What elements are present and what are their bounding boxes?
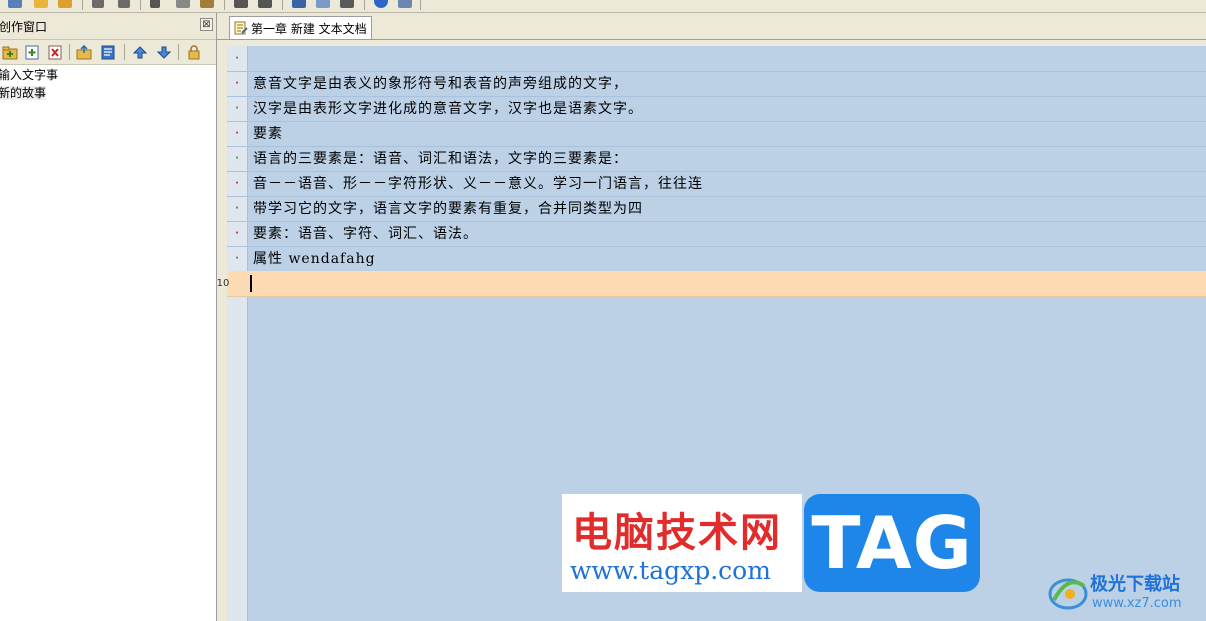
line-text: 音－－语音、形－－字符形状、义－－意义。学习一门语言，往往连 — [253, 176, 703, 192]
watermark-brand-url: www.xz7.com — [1092, 596, 1182, 611]
move-up-icon[interactable] — [132, 45, 148, 60]
tree-item[interactable]: 新的故事 — [0, 84, 216, 102]
line-text: 要素：语音、字符、词汇、语法。 — [253, 226, 478, 242]
replace-icon[interactable] — [340, 0, 354, 8]
editor-line[interactable]: · 语言的三要素是：语音、词汇和语法，文字的三要素是： — [227, 146, 1206, 172]
line-number: 10 — [216, 278, 230, 289]
table-icon[interactable] — [292, 0, 306, 8]
copy-icon[interactable] — [176, 0, 190, 8]
line-marker: · — [235, 203, 239, 214]
watermark-site: 电脑技术网 www.tagxp.com — [562, 494, 802, 592]
line-text: 语言的三要素是：语音、词汇和语法，文字的三要素是： — [253, 151, 628, 167]
line-text: 要素 — [253, 126, 283, 142]
document-edit-icon — [234, 21, 248, 35]
edit-icon[interactable] — [8, 0, 22, 8]
export-icon[interactable] — [76, 45, 92, 60]
editor-line[interactable]: · 音－－语音、形－－字符形状、义－－意义。学习一门语言，往往连 — [227, 171, 1206, 197]
editor-line[interactable]: · 汉字是由表形文字进化成的意音文字，汉字也是语素文字。 — [227, 96, 1206, 122]
add-chapter-icon[interactable] — [2, 45, 18, 60]
editor-line-current[interactable]: 10 — [217, 271, 1206, 297]
tree-item[interactable]: 输入文字事 — [0, 66, 216, 84]
panel-header: 创作窗口 ⊠ — [0, 13, 216, 40]
document-tab-label: 第一章 新建 文本文档 — [251, 21, 367, 36]
move-down-icon[interactable] — [156, 45, 172, 60]
help-icon[interactable] — [374, 0, 388, 8]
watermark-tag-logo: TAG — [804, 494, 980, 592]
panel-toolbar — [0, 40, 216, 65]
editor-line[interactable]: · — [227, 46, 1206, 72]
outdent-icon[interactable] — [258, 0, 272, 8]
line-marker: · — [235, 178, 239, 189]
line-marker: · — [235, 78, 239, 89]
chapter-tree: 输入文字事 新的故事 — [0, 66, 216, 102]
redo-icon[interactable] — [118, 0, 130, 8]
tab-document[interactable]: 第一章 新建 文本文档 — [229, 16, 372, 39]
close-panel-button[interactable]: ⊠ — [200, 18, 213, 31]
panel-title: 创作窗口 — [0, 20, 48, 34]
aurora-logo-icon — [1048, 578, 1088, 610]
editor-line[interactable]: · 意音文字是由表义的象形符号和表音的声旁组成的文字， — [227, 71, 1206, 97]
properties-icon[interactable] — [100, 45, 116, 60]
main-toolbar — [0, 0, 1206, 13]
line-text: 意音文字是由表义的象形符号和表音的声旁组成的文字， — [253, 76, 628, 92]
editor-line[interactable]: · 属性 wendafahg — [227, 246, 1206, 272]
open-icon[interactable] — [58, 0, 72, 8]
line-marker: · — [235, 128, 239, 139]
creation-window-panel: 创作窗口 ⊠ 输入文字事 新的故事 — [0, 13, 217, 621]
about-icon[interactable] — [398, 0, 412, 8]
cut-icon[interactable] — [150, 0, 160, 8]
editor-line[interactable]: · 要素：语音、字符、词汇、语法。 — [227, 221, 1206, 247]
watermark-title: 电脑技术网 — [572, 509, 782, 556]
watermark-brand-name: 极光下载站 — [1090, 574, 1180, 595]
text-caret — [250, 275, 252, 292]
line-text: 带学习它的文字，语言文字的要素有重复，合并同类型为四 — [253, 201, 643, 217]
line-marker: · — [235, 103, 239, 114]
editor-line[interactable]: · 带学习它的文字，语言文字的要素有重复，合并同类型为四 — [227, 196, 1206, 222]
paste-icon[interactable] — [200, 0, 214, 8]
line-marker: · — [235, 153, 239, 164]
delete-icon[interactable] — [47, 45, 63, 60]
watermark-brand: 极光下载站 www.xz7.com — [1046, 568, 1206, 618]
line-text: 汉字是由表形文字进化成的意音文字，汉字也是语素文字。 — [253, 101, 643, 117]
lock-icon[interactable] — [186, 45, 202, 60]
line-text: 属性 wendafahg — [253, 251, 376, 267]
spellcheck-icon[interactable] — [316, 0, 330, 8]
add-section-icon[interactable] — [24, 45, 40, 60]
document-tab-strip: 第一章 新建 文本文档 — [217, 13, 1206, 40]
undo-icon[interactable] — [92, 0, 104, 8]
new-folder-icon[interactable] — [34, 0, 48, 8]
line-marker: · — [235, 228, 239, 239]
watermark-url: www.tagxp.com — [570, 556, 771, 585]
line-marker: · — [235, 253, 239, 264]
line-marker: · — [235, 53, 239, 64]
indent-icon[interactable] — [234, 0, 248, 8]
editor-line[interactable]: · 要素 — [227, 121, 1206, 147]
